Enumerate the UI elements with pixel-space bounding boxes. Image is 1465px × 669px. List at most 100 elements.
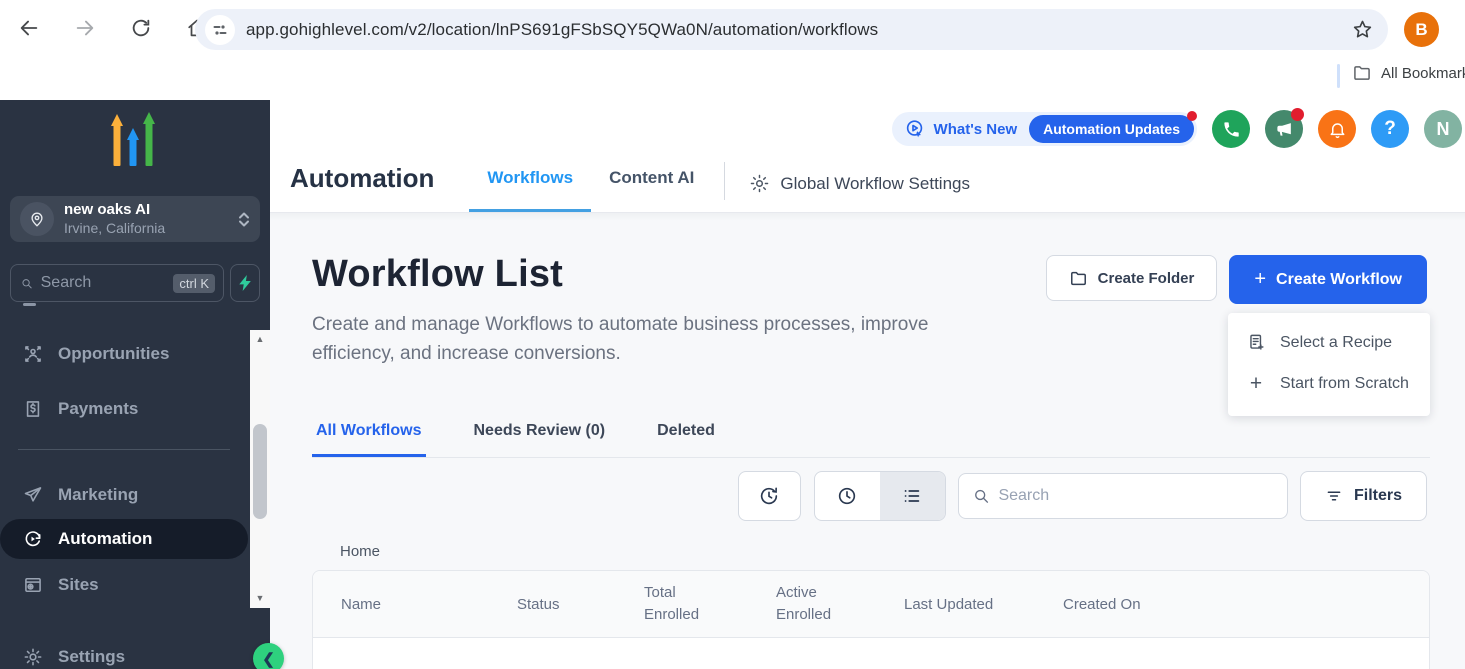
folder-icon: [1352, 63, 1372, 83]
tab-workflows[interactable]: Workflows: [469, 168, 591, 212]
megaphone-icon: [1275, 120, 1294, 139]
user-avatar[interactable]: N: [1424, 110, 1462, 148]
app-header: What's New Automation Updates ? N Automa…: [270, 95, 1465, 213]
site-settings-icon[interactable]: [205, 15, 235, 45]
menu-item-select-a-recipe[interactable]: Select a Recipe: [1228, 323, 1430, 362]
automation-icon: [22, 529, 44, 549]
reload-icon[interactable]: [122, 9, 160, 47]
quick-actions-button[interactable]: [230, 264, 260, 302]
workflow-list-description: Create and manage Workflows to automate …: [312, 310, 952, 369]
workflow-search-input[interactable]: [998, 487, 1273, 505]
create-folder-label: Create Folder: [1098, 270, 1195, 287]
sidebar-scrollbar[interactable]: ▲ ▼: [250, 330, 270, 608]
chevron-left-icon: ❮: [262, 650, 275, 668]
column-header-active-enrolled: Active Enrolled: [776, 582, 904, 627]
sidebar-item-sites[interactable]: Sites: [0, 566, 250, 604]
bookmark-star-icon[interactable]: [1351, 18, 1374, 41]
back-icon[interactable]: [10, 9, 48, 47]
menu-item-label: Start from Scratch: [1280, 375, 1409, 393]
all-bookmarks-label: All Bookmarks: [1381, 65, 1465, 82]
notifications-button[interactable]: [1318, 110, 1356, 148]
scrollbar-track[interactable]: [250, 349, 270, 589]
tab-needs-review[interactable]: Needs Review (0): [470, 414, 610, 457]
column-header-name: Name: [313, 596, 517, 613]
recent-view-button[interactable]: [815, 472, 880, 520]
url-bar[interactable]: app.gohighlevel.com/v2/location/lnPS691g…: [195, 9, 1388, 50]
create-workflow-label: Create Workflow: [1276, 271, 1402, 289]
forward-icon[interactable]: [66, 9, 104, 47]
create-workflow-dropdown: Select a Recipe + Start from Scratch: [1228, 313, 1430, 416]
view-toggle: [814, 471, 946, 521]
page-title: Automation: [290, 163, 434, 212]
all-bookmarks-button[interactable]: All Bookmarks: [1352, 63, 1465, 83]
sidebar-item-marketing[interactable]: Marketing: [0, 476, 250, 514]
create-workflow-button[interactable]: + Create Workflow: [1229, 255, 1427, 304]
tab-content-ai[interactable]: Content AI: [591, 168, 712, 212]
scrolled-item-remnant: [23, 303, 36, 306]
search-icon: [21, 275, 33, 292]
sidebar-item-opportunities[interactable]: Opportunities: [0, 335, 250, 373]
browser-profile-avatar[interactable]: B: [1404, 12, 1439, 47]
column-header-last-updated: Last Updated: [904, 596, 1063, 613]
workflow-list-tabs: All Workflows Needs Review (0) Deleted: [312, 414, 1430, 458]
history-button[interactable]: [738, 471, 801, 521]
browser-chrome: app.gohighlevel.com/v2/location/lnPS691g…: [0, 0, 1465, 57]
announcements-button[interactable]: [1265, 110, 1303, 148]
plus-icon: +: [1246, 372, 1266, 396]
menu-divider: [18, 449, 230, 450]
search-icon: [973, 487, 989, 505]
workflow-search[interactable]: [958, 473, 1288, 519]
sidebar-item-label: Automation: [58, 529, 152, 549]
sidebar: new oaks AI Irvine, California ctrl K Op…: [0, 100, 270, 669]
filters-button[interactable]: Filters: [1300, 471, 1427, 521]
workflow-table: Name Status Total Enrolled Active Enroll…: [312, 570, 1430, 669]
global-workflow-settings-link[interactable]: Global Workflow Settings: [749, 173, 970, 212]
sidebar-item-payments[interactable]: Payments: [0, 390, 250, 428]
sidebar-search-input[interactable]: [41, 274, 174, 292]
column-header-created-on: Created On: [1063, 596, 1429, 613]
phone-icon: [1222, 120, 1241, 139]
gear-icon: [749, 173, 770, 194]
opportunities-icon: [22, 344, 44, 364]
table-header-row: Name Status Total Enrolled Active Enroll…: [313, 571, 1429, 638]
gohighlevel-logo-icon[interactable]: [99, 110, 171, 174]
folder-icon: [1069, 269, 1088, 288]
notification-dot: [1187, 111, 1197, 121]
sidebar-item-automation[interactable]: Automation: [0, 519, 248, 559]
whats-new-button[interactable]: What's New Automation Updates: [892, 112, 1197, 146]
filters-label: Filters: [1354, 487, 1402, 505]
scrollbar-thumb[interactable]: [253, 424, 267, 519]
list-icon: [901, 485, 923, 507]
whats-new-play-icon: [904, 118, 926, 140]
automation-updates-label: Automation Updates: [1043, 121, 1180, 137]
header-divider: [724, 162, 725, 200]
scroll-down-icon[interactable]: ▼: [256, 589, 265, 608]
tab-all-workflows[interactable]: All Workflows: [312, 414, 426, 457]
account-name: new oaks AI: [64, 201, 238, 220]
sidebar-search[interactable]: ctrl K: [10, 264, 224, 302]
sites-icon: [22, 575, 44, 595]
recipe-file-plus-icon: [1246, 333, 1266, 352]
menu-item-start-from-scratch[interactable]: + Start from Scratch: [1228, 362, 1430, 406]
tab-deleted[interactable]: Deleted: [653, 414, 719, 457]
account-switcher[interactable]: new oaks AI Irvine, California: [10, 196, 260, 242]
phone-button[interactable]: [1212, 110, 1250, 148]
create-folder-button[interactable]: Create Folder: [1046, 255, 1218, 301]
scroll-up-icon[interactable]: ▲: [256, 330, 265, 349]
gear-icon: [22, 647, 44, 667]
breadcrumb-home[interactable]: Home: [340, 543, 380, 560]
bell-icon: [1328, 120, 1347, 139]
ctrl-k-shortcut-badge: ctrl K: [173, 274, 215, 293]
column-header-status: Status: [517, 596, 644, 613]
list-view-button[interactable]: [880, 472, 945, 520]
global-workflow-settings-label: Global Workflow Settings: [780, 174, 970, 194]
sidebar-item-label: Settings: [58, 647, 125, 667]
clock-icon: [836, 485, 858, 507]
sidebar-item-settings[interactable]: Settings: [0, 638, 250, 669]
location-pin-icon: [20, 202, 54, 236]
sidebar-collapse-button[interactable]: ❮: [253, 643, 284, 669]
sidebar-item-label: Sites: [58, 575, 99, 595]
automation-updates-badge[interactable]: Automation Updates: [1029, 115, 1194, 143]
chevron-up-down-icon: [238, 212, 250, 227]
help-button[interactable]: ?: [1371, 110, 1409, 148]
